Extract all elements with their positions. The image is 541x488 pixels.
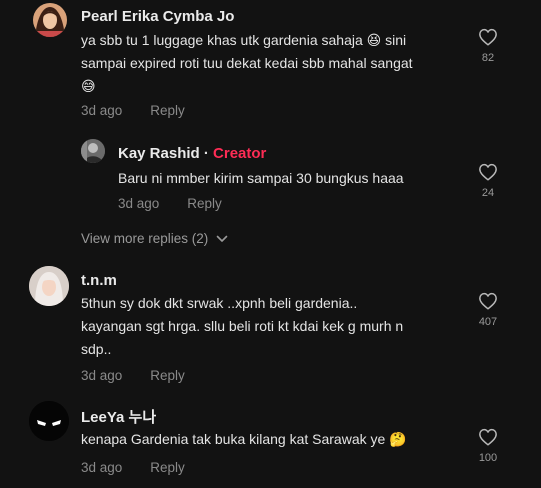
comment-meta: 3d ago Reply xyxy=(81,460,185,475)
like-count: 407 xyxy=(478,316,498,328)
like-count: 100 xyxy=(478,452,498,464)
reply-button[interactable]: Reply xyxy=(187,196,222,211)
comment-time: 3d ago xyxy=(81,368,123,383)
reply-item: Kay Rashid · Creator Baru ni mmber kirim… xyxy=(0,135,541,220)
reply-username[interactable]: Kay Rashid xyxy=(118,145,200,162)
creator-badge: Creator xyxy=(213,145,267,162)
comment-item: LeeYa 누나 kenapa Gardenia tak buka kilang… xyxy=(0,398,541,488)
heart-outline-icon xyxy=(479,292,497,310)
comment-text: ya sbb tu 1 luggage khas utk gardenia sa… xyxy=(81,32,413,94)
chevron-down-icon xyxy=(216,236,228,243)
comment-meta: 3d ago Reply xyxy=(81,368,185,383)
comment-username[interactable]: Pearl Erika Cymba Jo xyxy=(81,8,234,25)
like-count: 82 xyxy=(481,52,495,64)
reply-button[interactable]: Reply xyxy=(150,368,185,383)
like-count: 24 xyxy=(481,187,495,199)
view-more-replies-button[interactable]: View more replies (2) xyxy=(81,231,228,246)
avatar[interactable] xyxy=(33,3,67,37)
like-button[interactable]: 407 xyxy=(473,292,503,328)
heart-outline-icon xyxy=(479,163,497,181)
comment-text: kenapa Gardenia tak buka kilang kat Sara… xyxy=(81,431,407,447)
comment-meta: 3d ago Reply xyxy=(81,103,185,118)
comment-item: t.n.m 5thun sy dok dkt srwak ..xpnh beli… xyxy=(0,262,541,387)
reply-time: 3d ago xyxy=(118,196,160,211)
comment-time: 3d ago xyxy=(81,460,123,475)
comment-item: Pearl Erika Cymba Jo ya sbb tu 1 luggage… xyxy=(0,0,541,125)
reply-meta: 3d ago Reply xyxy=(118,196,222,211)
like-button[interactable]: 100 xyxy=(473,428,503,464)
heart-outline-icon xyxy=(479,28,497,46)
like-button[interactable]: 24 xyxy=(473,163,503,199)
comment-username[interactable]: LeeYa 누나 xyxy=(81,406,156,427)
reply-button[interactable]: Reply xyxy=(150,103,185,118)
reply-username-row: Kay Rashid · Creator xyxy=(118,145,266,162)
comment-username[interactable]: t.n.m xyxy=(81,272,117,289)
reply-text: Baru ni mmber kirim sampai 30 bungkus ha… xyxy=(118,170,404,186)
avatar[interactable] xyxy=(81,139,105,163)
separator-dot: · xyxy=(203,145,209,162)
avatar[interactable] xyxy=(29,401,69,441)
like-button[interactable]: 82 xyxy=(473,28,503,64)
avatar[interactable] xyxy=(29,266,69,306)
heart-outline-icon xyxy=(479,428,497,446)
reply-button[interactable]: Reply xyxy=(150,460,185,475)
comment-time: 3d ago xyxy=(81,103,123,118)
comment-text: 5thun sy dok dkt srwak ..xpnh beli garde… xyxy=(81,295,404,357)
